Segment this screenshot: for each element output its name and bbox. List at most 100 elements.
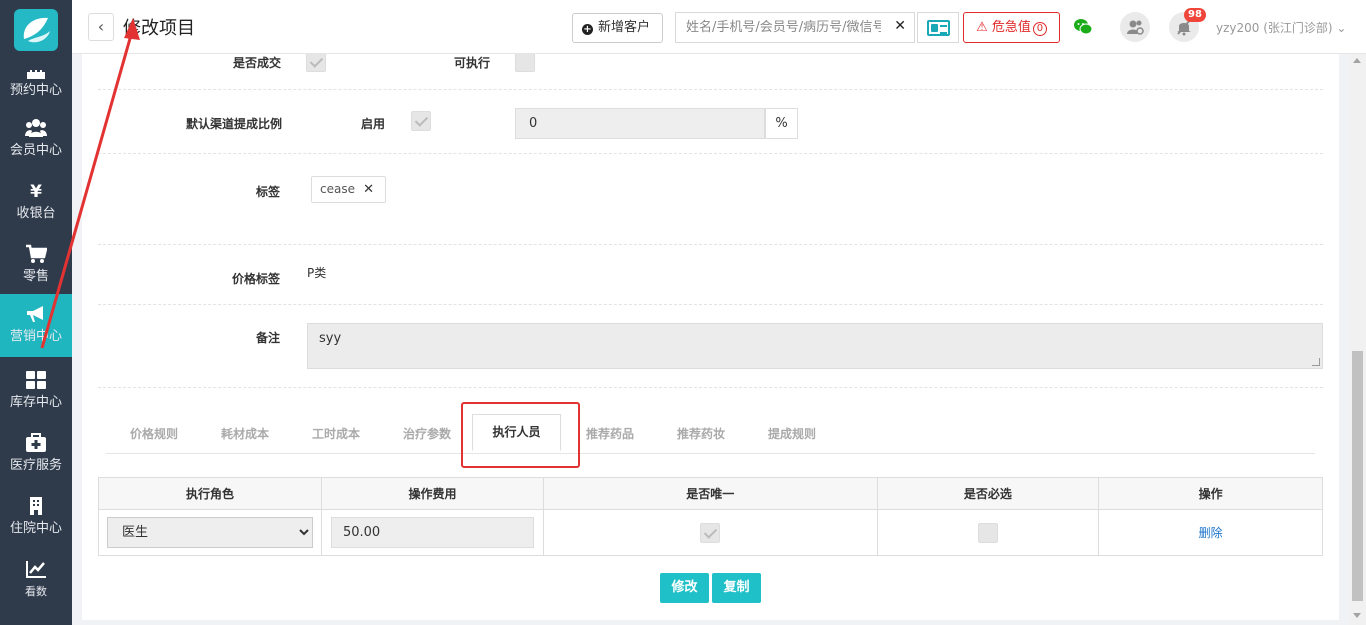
divider <box>98 244 1323 245</box>
sidebar-item-label: 零售 <box>22 269 49 284</box>
plus-circle-icon: + <box>582 24 593 35</box>
tab-recommended-cosmetics[interactable]: 推荐药妆 <box>677 425 725 442</box>
sidebar-item-label: 营销中心 <box>9 329 62 344</box>
sidebar-item-label: 会员中心 <box>9 143 62 158</box>
tag-chip[interactable]: cease ✕ <box>311 176 386 203</box>
sidebar-item-label: 看数 <box>25 585 47 598</box>
close-icon[interactable]: ✕ <box>363 177 374 202</box>
table-row: 医生 50.00 删除 <box>98 509 1323 556</box>
default-ratio-label: 默认渠道提成比例 <box>186 117 283 131</box>
price-tag-value: P类 <box>307 266 327 280</box>
fee-cell: 50.00 <box>320 509 544 556</box>
close-icon[interactable]: ✕ <box>894 18 906 34</box>
add-customer-button[interactable]: + 新增客户 <box>572 13 663 43</box>
tab-treatment-params[interactable]: 治疗参数 <box>403 425 451 442</box>
tab-underline <box>106 453 1315 454</box>
unique-checkbox[interactable] <box>700 522 721 543</box>
id-card-button[interactable] <box>917 12 959 43</box>
sidebar-item-label: 住院中心 <box>9 521 62 536</box>
sidebar-item-appointment[interactable]: 预约中心 <box>0 54 72 104</box>
cart-icon <box>0 244 72 266</box>
content-panel: 是否成交 可执行 默认渠道提成比例 启用 0 % 标签 cease ✕ 价格标签 … <box>82 54 1339 620</box>
back-button[interactable]: ‹ <box>88 13 114 41</box>
col-header-role: 执行角色 <box>98 477 322 510</box>
scroll-down-icon[interactable] <box>1353 613 1361 618</box>
scrollbar[interactable] <box>1349 54 1366 625</box>
sidebar-item-label: 收银台 <box>16 206 56 221</box>
sidebar: 预约中心 会员中心 ¥ 收银台 零售 营销中心 库存中心 医疗服务 住院中心 看… <box>0 0 72 625</box>
required-cell <box>876 509 1100 556</box>
remark-label: 备注 <box>256 331 281 345</box>
role-select[interactable]: 医生 <box>106 517 313 548</box>
warning-icon: ⚠ <box>976 20 988 35</box>
annotation-box <box>461 402 580 468</box>
tab-labor-cost[interactable]: 工时成本 <box>312 425 360 442</box>
sidebar-item-label: 预约中心 <box>9 83 62 98</box>
user-name: yzy200 (张江门诊部) <box>1216 21 1333 35</box>
required-checkbox[interactable] <box>977 522 998 543</box>
page-title: 修改项目 <box>123 18 195 39</box>
remark-textarea[interactable]: syy <box>307 323 1323 369</box>
megaphone-icon <box>0 304 72 326</box>
app-logo[interactable] <box>14 9 58 51</box>
sidebar-item-label: 库存中心 <box>9 395 62 410</box>
sidebar-item-inventory[interactable]: 库存中心 <box>0 360 72 423</box>
scrollbar-thumb[interactable] <box>1352 351 1363 601</box>
group-icon[interactable] <box>1120 12 1150 42</box>
delete-link[interactable]: 删除 <box>1199 526 1223 540</box>
critical-value-button[interactable]: ⚠ 危急值 0 <box>963 12 1060 43</box>
sidebar-item-retail[interactable]: 零售 <box>0 234 72 297</box>
notification-badge: 98 <box>1184 8 1206 22</box>
divider <box>98 89 1323 90</box>
building-icon <box>0 496 72 518</box>
deal-checkbox[interactable] <box>306 54 326 72</box>
sidebar-item-marketing[interactable]: 营销中心 <box>0 294 72 357</box>
tab-recommended-drugs[interactable]: 推荐药品 <box>586 425 634 442</box>
tag-text: cease <box>320 182 355 196</box>
wechat-icon[interactable] <box>1068 12 1098 42</box>
executable-checkbox[interactable] <box>515 54 535 72</box>
sidebar-item-label: 医疗服务 <box>9 458 62 473</box>
tab-commission-rules[interactable]: 提成规则 <box>768 425 816 442</box>
resize-handle[interactable] <box>1312 358 1320 366</box>
col-header-required: 是否必选 <box>876 477 1100 510</box>
divider <box>98 304 1323 305</box>
grid-icon <box>0 370 72 392</box>
executor-table: 执行角色 操作费用 是否唯一 是否必选 操作 医生 50.00 删除 <box>98 477 1323 556</box>
medkit-icon <box>0 433 72 455</box>
tab-price-rules[interactable]: 价格规则 <box>130 425 178 442</box>
chevron-left-icon: ‹ <box>97 17 105 36</box>
enable-checkbox[interactable] <box>411 111 431 131</box>
customer-search: ✕ <box>675 12 915 43</box>
user-menu[interactable]: yzy200 (张江门诊部) ⌄ <box>1216 19 1346 36</box>
critical-label: 危急值 <box>991 20 1031 35</box>
price-tag-label: 价格标签 <box>232 272 281 286</box>
table-header-row: 执行角色 操作费用 是否唯一 是否必选 操作 <box>98 477 1323 510</box>
chevron-down-icon: ⌄ <box>1336 21 1347 35</box>
fee-input[interactable]: 50.00 <box>330 517 534 548</box>
chart-icon <box>0 559 72 581</box>
id-card-icon <box>927 20 950 36</box>
tag-label: 标签 <box>256 185 281 199</box>
role-cell: 医生 <box>98 509 322 556</box>
sidebar-item-inpatient[interactable]: 住院中心 <box>0 486 72 549</box>
sidebar-item-cashier[interactable]: ¥ 收银台 <box>0 171 72 234</box>
scroll-up-icon[interactable] <box>1353 58 1361 63</box>
col-header-action: 操作 <box>1098 477 1323 510</box>
yen-icon: ¥ <box>30 182 42 202</box>
tab-material-cost[interactable]: 耗材成本 <box>221 425 269 442</box>
copy-button[interactable]: 复制 <box>712 573 761 603</box>
sidebar-item-analytics[interactable]: 看数 <box>0 549 72 612</box>
enable-label: 启用 <box>361 117 386 131</box>
critical-count: 0 <box>1032 22 1047 36</box>
col-header-unique: 是否唯一 <box>542 477 878 510</box>
sidebar-item-members[interactable]: 会员中心 <box>0 108 72 171</box>
sidebar-item-medical[interactable]: 医疗服务 <box>0 423 72 486</box>
deal-label: 是否成交 <box>233 56 282 70</box>
modify-button[interactable]: 修改 <box>660 573 709 603</box>
top-header: ‹ 修改项目 + 新增客户 ✕ ⚠ 危急值0 98 yzy200 (张江门诊部) … <box>72 0 1366 54</box>
search-input[interactable] <box>676 13 881 42</box>
add-customer-label: 新增客户 <box>598 20 651 35</box>
ratio-field[interactable]: 0 <box>515 108 765 139</box>
unique-cell <box>542 509 878 556</box>
